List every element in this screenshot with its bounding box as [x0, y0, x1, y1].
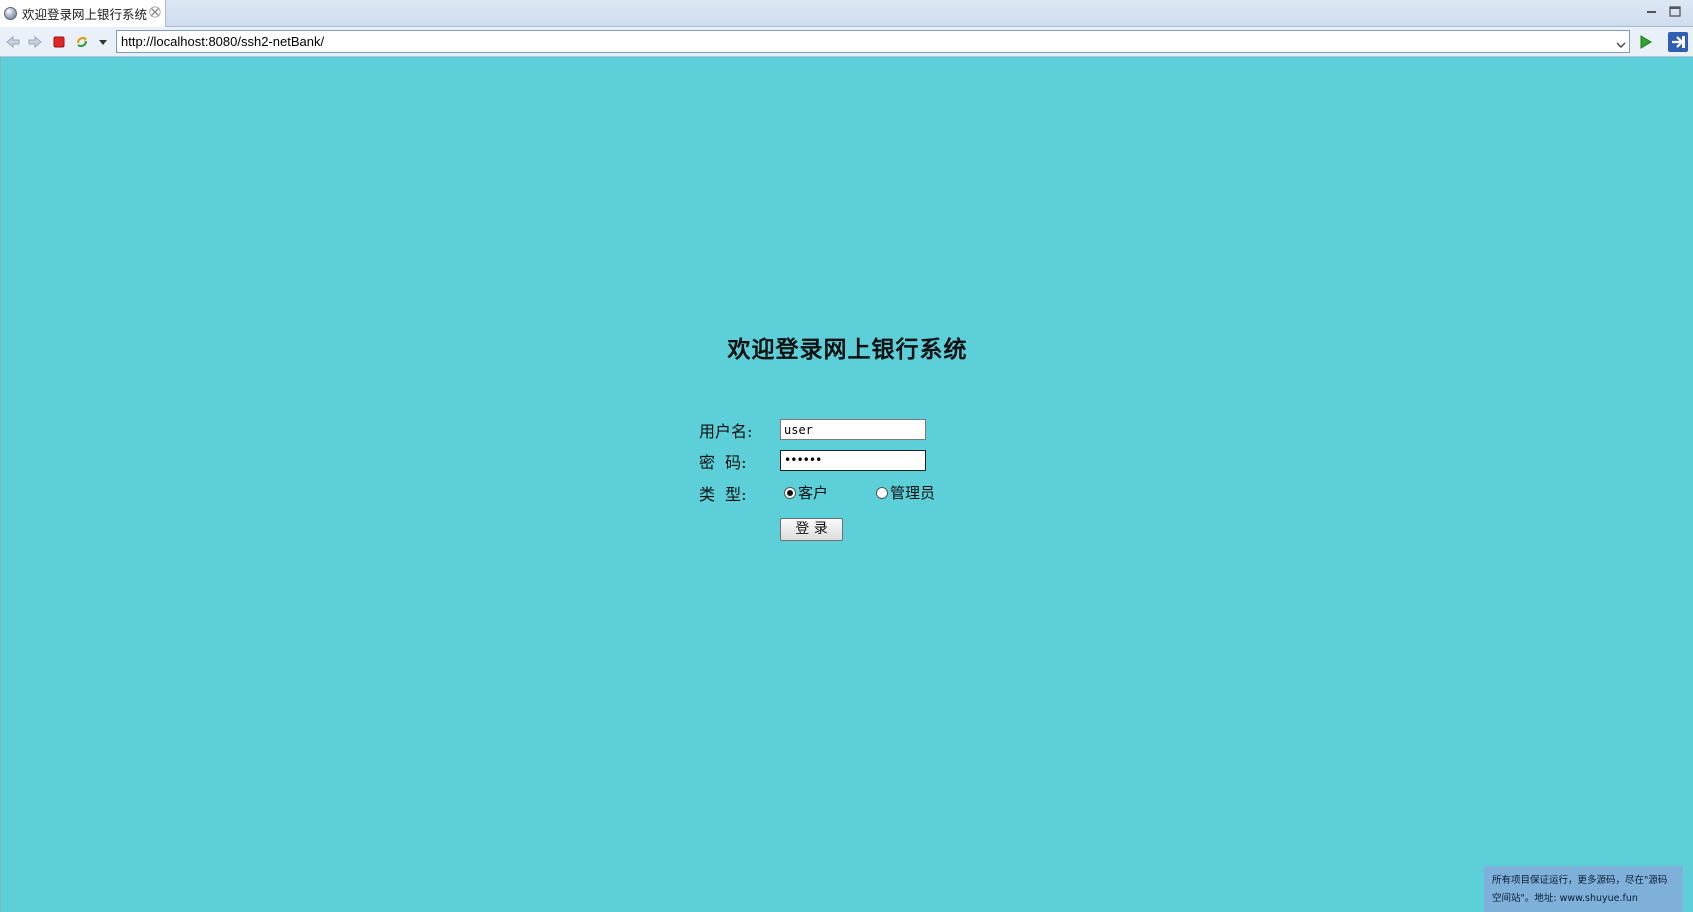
- refresh-icon[interactable]: [74, 34, 90, 50]
- minimize-icon[interactable]: [1645, 4, 1659, 18]
- login-button[interactable]: 登 录: [780, 518, 843, 541]
- password-input[interactable]: ••••••: [780, 450, 926, 471]
- address-bar[interactable]: http://localhost:8080/ssh2-netBank/: [116, 30, 1630, 53]
- page-content: 欢迎登录网上银行系统 用户名: 密 码: •••••• 类 型: 客户 管理员 …: [0, 57, 1693, 912]
- tab-strip: 欢迎登录网上银行系统: [0, 0, 1693, 27]
- go-icon[interactable]: [1637, 34, 1653, 50]
- admin-radio-label[interactable]: 管理员: [890, 482, 935, 503]
- username-input[interactable]: [780, 419, 926, 440]
- browser-tab[interactable]: 欢迎登录网上银行系统: [0, 0, 166, 27]
- chevron-down-icon[interactable]: [95, 34, 111, 50]
- tab-close-icon[interactable]: [149, 6, 161, 18]
- maximize-icon[interactable]: [1668, 4, 1682, 18]
- url-dropdown-icon[interactable]: [1615, 36, 1627, 48]
- navigation-toolbar: http://localhost:8080/ssh2-netBank/: [0, 27, 1693, 57]
- open-external-icon[interactable]: [1667, 31, 1689, 53]
- page-title: 欢迎登录网上银行系统: [727, 336, 968, 363]
- watermark-notice: 所有项目保证运行，更多源码，尽在"源码 空间站"。地址: www.shuyue.…: [1484, 866, 1683, 912]
- watermark-line-2: 空间站"。地址: www.shuyue.fun: [1492, 893, 1638, 904]
- password-label: 密 码:: [699, 453, 747, 472]
- type-label: 类 型:: [699, 485, 747, 504]
- username-label: 用户名:: [699, 422, 753, 441]
- forward-arrow-icon[interactable]: [27, 34, 43, 50]
- admin-radio[interactable]: [876, 487, 888, 499]
- url-text: http://localhost:8080/ssh2-netBank/: [121, 34, 325, 49]
- back-arrow-icon[interactable]: [5, 34, 21, 50]
- stop-icon[interactable]: [51, 34, 67, 50]
- globe-icon: [4, 7, 17, 20]
- customer-radio[interactable]: [784, 487, 796, 499]
- browser-window: 欢迎登录网上银行系统 http://localhost:8080/ssh2-ne…: [0, 0, 1693, 912]
- customer-radio-label[interactable]: 客户: [798, 482, 828, 503]
- watermark-line-1: 所有项目保证运行，更多源码，尽在"源码: [1492, 875, 1668, 886]
- tab-title: 欢迎登录网上银行系统: [22, 7, 148, 22]
